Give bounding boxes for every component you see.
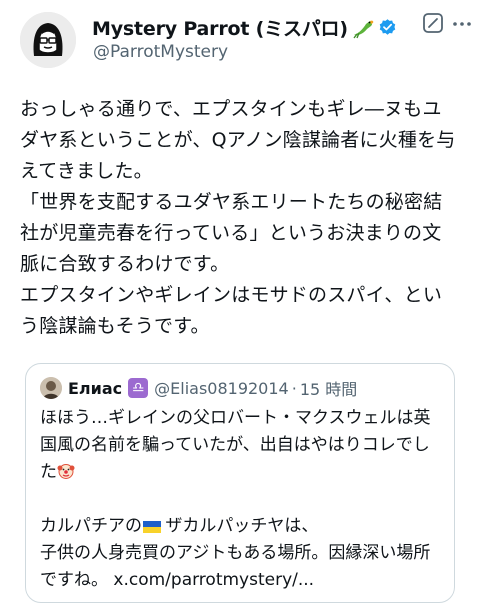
tweet-paragraph: エプスタインやギレインはモサドのスパイ、という陰謀論もそうです。 — [20, 284, 443, 337]
quoted-line: カルパチアの — [40, 516, 142, 536]
quoted-tweet-header: Елиас ♎ @Elias08192014 · 15 時間 — [40, 376, 357, 400]
tweet-body: おっしゃる通りで、エプスタインもギレ―ヌもユダヤ系ということが、Qアノン陰謀論者… — [20, 94, 460, 342]
more-options-icon[interactable] — [450, 14, 474, 34]
quoted-timestamp[interactable]: 15 時間 — [300, 376, 357, 400]
quoted-tweet-body: ほほう…ギレインの父ロバート・マクスウェルは英国風の名前を騙っていたが、出自はや… — [40, 405, 445, 594]
quoted-paragraph: カルパチアの ザカルパッチヤは、 — [40, 513, 445, 540]
author-display-name[interactable]: Mystery Parrot (ミスパロ) — [92, 14, 348, 41]
author-avatar[interactable] — [20, 12, 76, 68]
verified-badge-icon — [378, 18, 397, 37]
quoted-paragraph: 子供の人身売買のアジトもある場所。因縁深い場所ですね。 x.com/parrot… — [40, 543, 431, 590]
author-handle[interactable]: @ParrotMystery — [93, 42, 228, 62]
clown-face-icon — [57, 462, 75, 480]
ukraine-flag-icon — [142, 516, 161, 534]
parrot-icon — [351, 17, 375, 39]
quoted-line: ほほう…ギレインの父ロバート・マクスウェルは英国風の名前を騙っていたが、出自はや… — [40, 408, 431, 482]
quoted-tweet[interactable]: Елиас ♎ @Elias08192014 · 15 時間 ほほう…ギレインの… — [25, 363, 455, 603]
quoted-author-name[interactable]: Елиас — [68, 379, 122, 398]
quoted-author-handle: @Elias08192014 — [154, 378, 289, 398]
author-name-line: Mystery Parrot (ミスパロ) — [92, 14, 397, 41]
quoted-author-avatar[interactable] — [40, 377, 62, 399]
tweet-header: Mystery Parrot (ミスパロ) @ParrotMystery — [16, 8, 471, 68]
tweet-paragraph: おっしゃる通りで、エプスタインもギレ―ヌもユダヤ系ということが、Qアノン陰謀論者… — [20, 98, 456, 182]
tweet-paragraph: 「世界を支配するユダヤ系エリートたちの秘密結社が児童売春を行っている」というお決… — [20, 191, 443, 275]
separator-dot: · — [291, 378, 297, 398]
grok-icon[interactable] — [422, 12, 444, 34]
libra-badge-icon: ♎ — [128, 378, 149, 398]
quoted-line: ザカルパッチヤは、 — [165, 516, 319, 536]
quoted-paragraph: ほほう…ギレインの父ロバート・マクスウェルは英国風の名前を騙っていたが、出自はや… — [40, 405, 445, 486]
